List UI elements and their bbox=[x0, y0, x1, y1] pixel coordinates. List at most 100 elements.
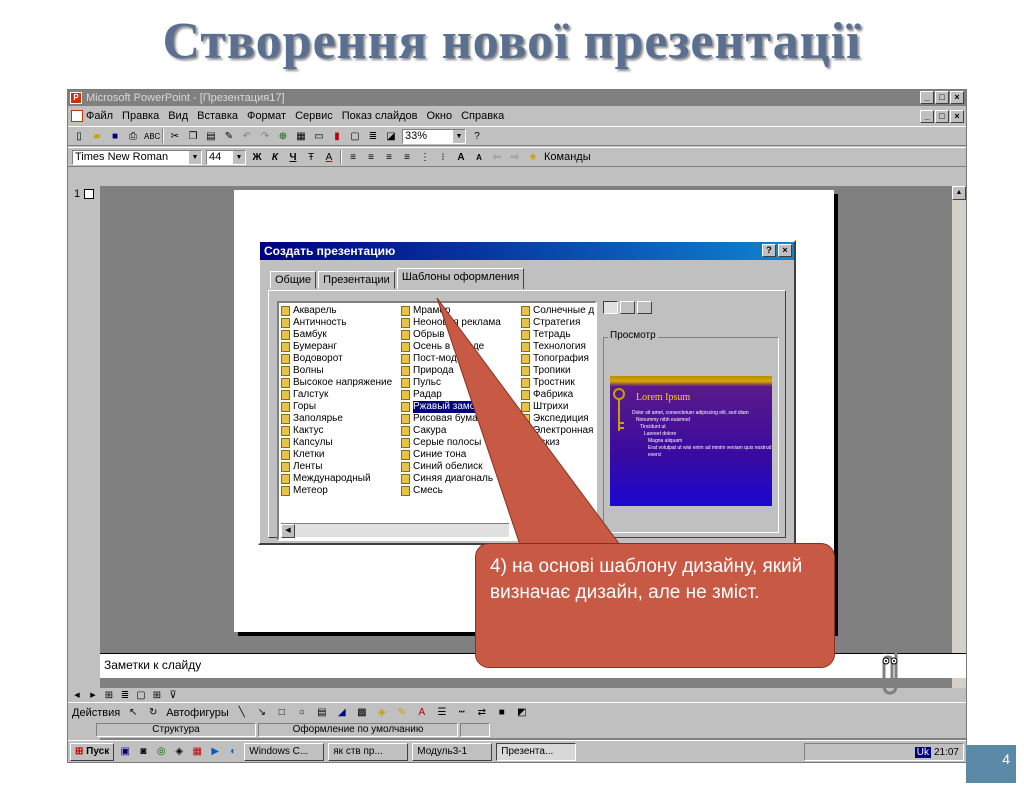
zoom-select[interactable]: 33% ▼ bbox=[402, 128, 466, 144]
template-list-item[interactable]: Волны bbox=[281, 365, 392, 377]
doc-minimize-button[interactable]: _ bbox=[920, 110, 934, 123]
cut-icon[interactable]: ✂ bbox=[168, 130, 182, 143]
outline-view-icon[interactable]: ≣ bbox=[118, 689, 132, 702]
template-list-item[interactable]: Тростник bbox=[521, 377, 594, 389]
template-list-item[interactable]: Рисовая бумага bbox=[401, 413, 501, 425]
template-list-item[interactable]: Неоновая реклама bbox=[401, 317, 501, 329]
template-list-item[interactable]: Кактус bbox=[281, 425, 392, 437]
tab-presentations[interactable]: Презентации bbox=[318, 271, 395, 289]
animation-icon[interactable]: ★ bbox=[526, 151, 540, 164]
minimize-button[interactable]: _ bbox=[920, 91, 934, 104]
hyperlink-icon[interactable]: ⊕ bbox=[276, 130, 290, 143]
start-button[interactable]: ⊞ Пуск bbox=[70, 742, 115, 761]
print-icon[interactable]: ⎙ bbox=[126, 130, 140, 143]
template-list-item[interactable]: Пост-модерн bbox=[401, 353, 501, 365]
scroll-left-arrow-icon[interactable]: ◀ bbox=[281, 524, 295, 538]
horizontal-scrollbar[interactable]: ◀ bbox=[281, 523, 509, 538]
3d-style-icon[interactable]: ◩ bbox=[515, 706, 529, 719]
align-left-icon[interactable]: ≡ bbox=[346, 151, 360, 164]
expand-icon[interactable]: ≣ bbox=[366, 130, 380, 143]
arrow-style-icon[interactable]: ⇄ bbox=[475, 706, 489, 719]
increase-font-icon[interactable]: A bbox=[454, 151, 468, 164]
rectangle-icon[interactable]: □ bbox=[275, 706, 289, 719]
quicklaunch-icon-7[interactable]: ◐ bbox=[226, 745, 240, 758]
bullets-icon[interactable]: ⁝ bbox=[436, 151, 450, 164]
template-list-item[interactable]: Ржавый замок bbox=[401, 401, 501, 413]
menu-window[interactable]: Окно bbox=[427, 107, 453, 125]
slide-view-icon[interactable]: ▢ bbox=[134, 689, 148, 702]
new-icon[interactable]: ▯ bbox=[72, 130, 86, 143]
template-list-item[interactable]: Античность bbox=[281, 317, 392, 329]
text-color-icon[interactable]: A bbox=[415, 706, 429, 719]
menu-edit[interactable]: Правка bbox=[122, 107, 159, 125]
undo-icon[interactable]: ↶ bbox=[240, 130, 254, 143]
quicklaunch-icon-5[interactable]: ▦ bbox=[190, 745, 204, 758]
grayscale-icon[interactable]: ◪ bbox=[384, 130, 398, 143]
chart-icon[interactable]: ▮ bbox=[330, 130, 344, 143]
textbox-icon[interactable]: ▢ bbox=[348, 130, 362, 143]
arrow-icon[interactable]: ↘ bbox=[255, 706, 269, 719]
quicklaunch-icon-1[interactable]: ▣ bbox=[118, 745, 132, 758]
template-list-item[interactable]: Сакура bbox=[401, 425, 501, 437]
maximize-button[interactable]: □ bbox=[935, 91, 949, 104]
template-list-item[interactable]: Радар bbox=[401, 389, 501, 401]
help-icon[interactable]: ? bbox=[470, 130, 484, 143]
quicklaunch-icon-3[interactable]: ◎ bbox=[154, 745, 168, 758]
menu-insert[interactable]: Вставка bbox=[197, 107, 238, 125]
table-icon[interactable]: ▦ bbox=[294, 130, 308, 143]
demote-icon[interactable]: ⇨ bbox=[508, 151, 522, 164]
dash-style-icon[interactable]: ┅ bbox=[455, 706, 469, 719]
tab-general[interactable]: Общие bbox=[270, 271, 317, 289]
template-list-item[interactable]: Смесь bbox=[401, 485, 501, 497]
justify-icon[interactable]: ≡ bbox=[400, 151, 414, 164]
oval-icon[interactable]: ○ bbox=[295, 706, 309, 719]
template-list-item[interactable]: Синие тона bbox=[401, 449, 501, 461]
autoshapes-menu[interactable]: Автофигуры bbox=[166, 707, 229, 719]
paste-icon[interactable]: ▤ bbox=[204, 130, 218, 143]
template-list-item[interactable]: Клетки bbox=[281, 449, 392, 461]
template-list[interactable]: Акварель Античность Бамбук Бумеранг Водоворо… bbox=[277, 301, 597, 541]
scroll-up-icon[interactable]: ▲ bbox=[952, 186, 966, 200]
close-button[interactable]: × bbox=[950, 91, 964, 104]
task-doc[interactable]: як ств пр... bbox=[328, 742, 409, 761]
template-list-item[interactable]: Обрыв bbox=[401, 329, 501, 341]
numbering-icon[interactable]: ⋮ bbox=[418, 151, 432, 164]
clipart-icon[interactable]: ▩ bbox=[355, 706, 369, 719]
dialog-help-button[interactable]: ? bbox=[762, 244, 776, 257]
template-list-item[interactable]: Горы bbox=[281, 401, 392, 413]
clock[interactable]: 21:07 bbox=[934, 747, 959, 758]
commands-menu[interactable]: Команды bbox=[544, 151, 591, 163]
template-list-item[interactable]: Синяя диагональ bbox=[401, 473, 501, 485]
select-arrow-icon[interactable]: ↖ bbox=[126, 706, 140, 719]
template-list-item[interactable]: Галстук bbox=[281, 389, 392, 401]
template-list-item[interactable]: Электронная bbox=[521, 425, 594, 437]
tab-design-templates[interactable]: Шаблоны оформления bbox=[396, 268, 525, 289]
font-select[interactable]: Times New Roman ▼ bbox=[72, 149, 202, 165]
large-icons-button[interactable] bbox=[603, 301, 618, 314]
wordart-icon[interactable]: ◢ bbox=[335, 706, 349, 719]
template-list-item[interactable]: Штрихи bbox=[521, 401, 594, 413]
shadow-icon[interactable]: Ŧ bbox=[304, 151, 318, 164]
fill-color-icon[interactable]: ◈ bbox=[375, 706, 389, 719]
italic-button[interactable]: К bbox=[268, 151, 282, 164]
menu-file[interactable]: Файл bbox=[86, 107, 113, 125]
bold-button[interactable]: Ж bbox=[250, 151, 264, 164]
vertical-scrollbar[interactable]: ▲ bbox=[952, 186, 966, 688]
template-list-item[interactable]: Бумеранг bbox=[281, 341, 392, 353]
format-painter-icon[interactable]: ✎ bbox=[222, 130, 236, 143]
line-color-icon[interactable]: ✎ bbox=[395, 706, 409, 719]
actions-menu[interactable]: Действия bbox=[72, 707, 120, 719]
doc-maximize-button[interactable]: □ bbox=[935, 110, 949, 123]
line-icon[interactable]: ╲ bbox=[235, 706, 249, 719]
template-list-item[interactable]: Метеор bbox=[281, 485, 392, 497]
slideshow-view-icon[interactable]: ⊽ bbox=[166, 689, 180, 702]
normal-view-icon[interactable]: ⊞ bbox=[102, 689, 116, 702]
template-list-item[interactable]: Технология bbox=[521, 341, 594, 353]
office-assistant-icon[interactable] bbox=[870, 647, 910, 697]
template-list-item[interactable]: Топография bbox=[521, 353, 594, 365]
quicklaunch-icon-4[interactable]: ◈ bbox=[172, 745, 186, 758]
template-list-item[interactable]: Серые полосы bbox=[401, 437, 501, 449]
template-list-item[interactable]: Фабрика bbox=[521, 389, 594, 401]
template-list-item[interactable]: Природа bbox=[401, 365, 501, 377]
task-module[interactable]: Модуль3-1 bbox=[412, 742, 493, 761]
